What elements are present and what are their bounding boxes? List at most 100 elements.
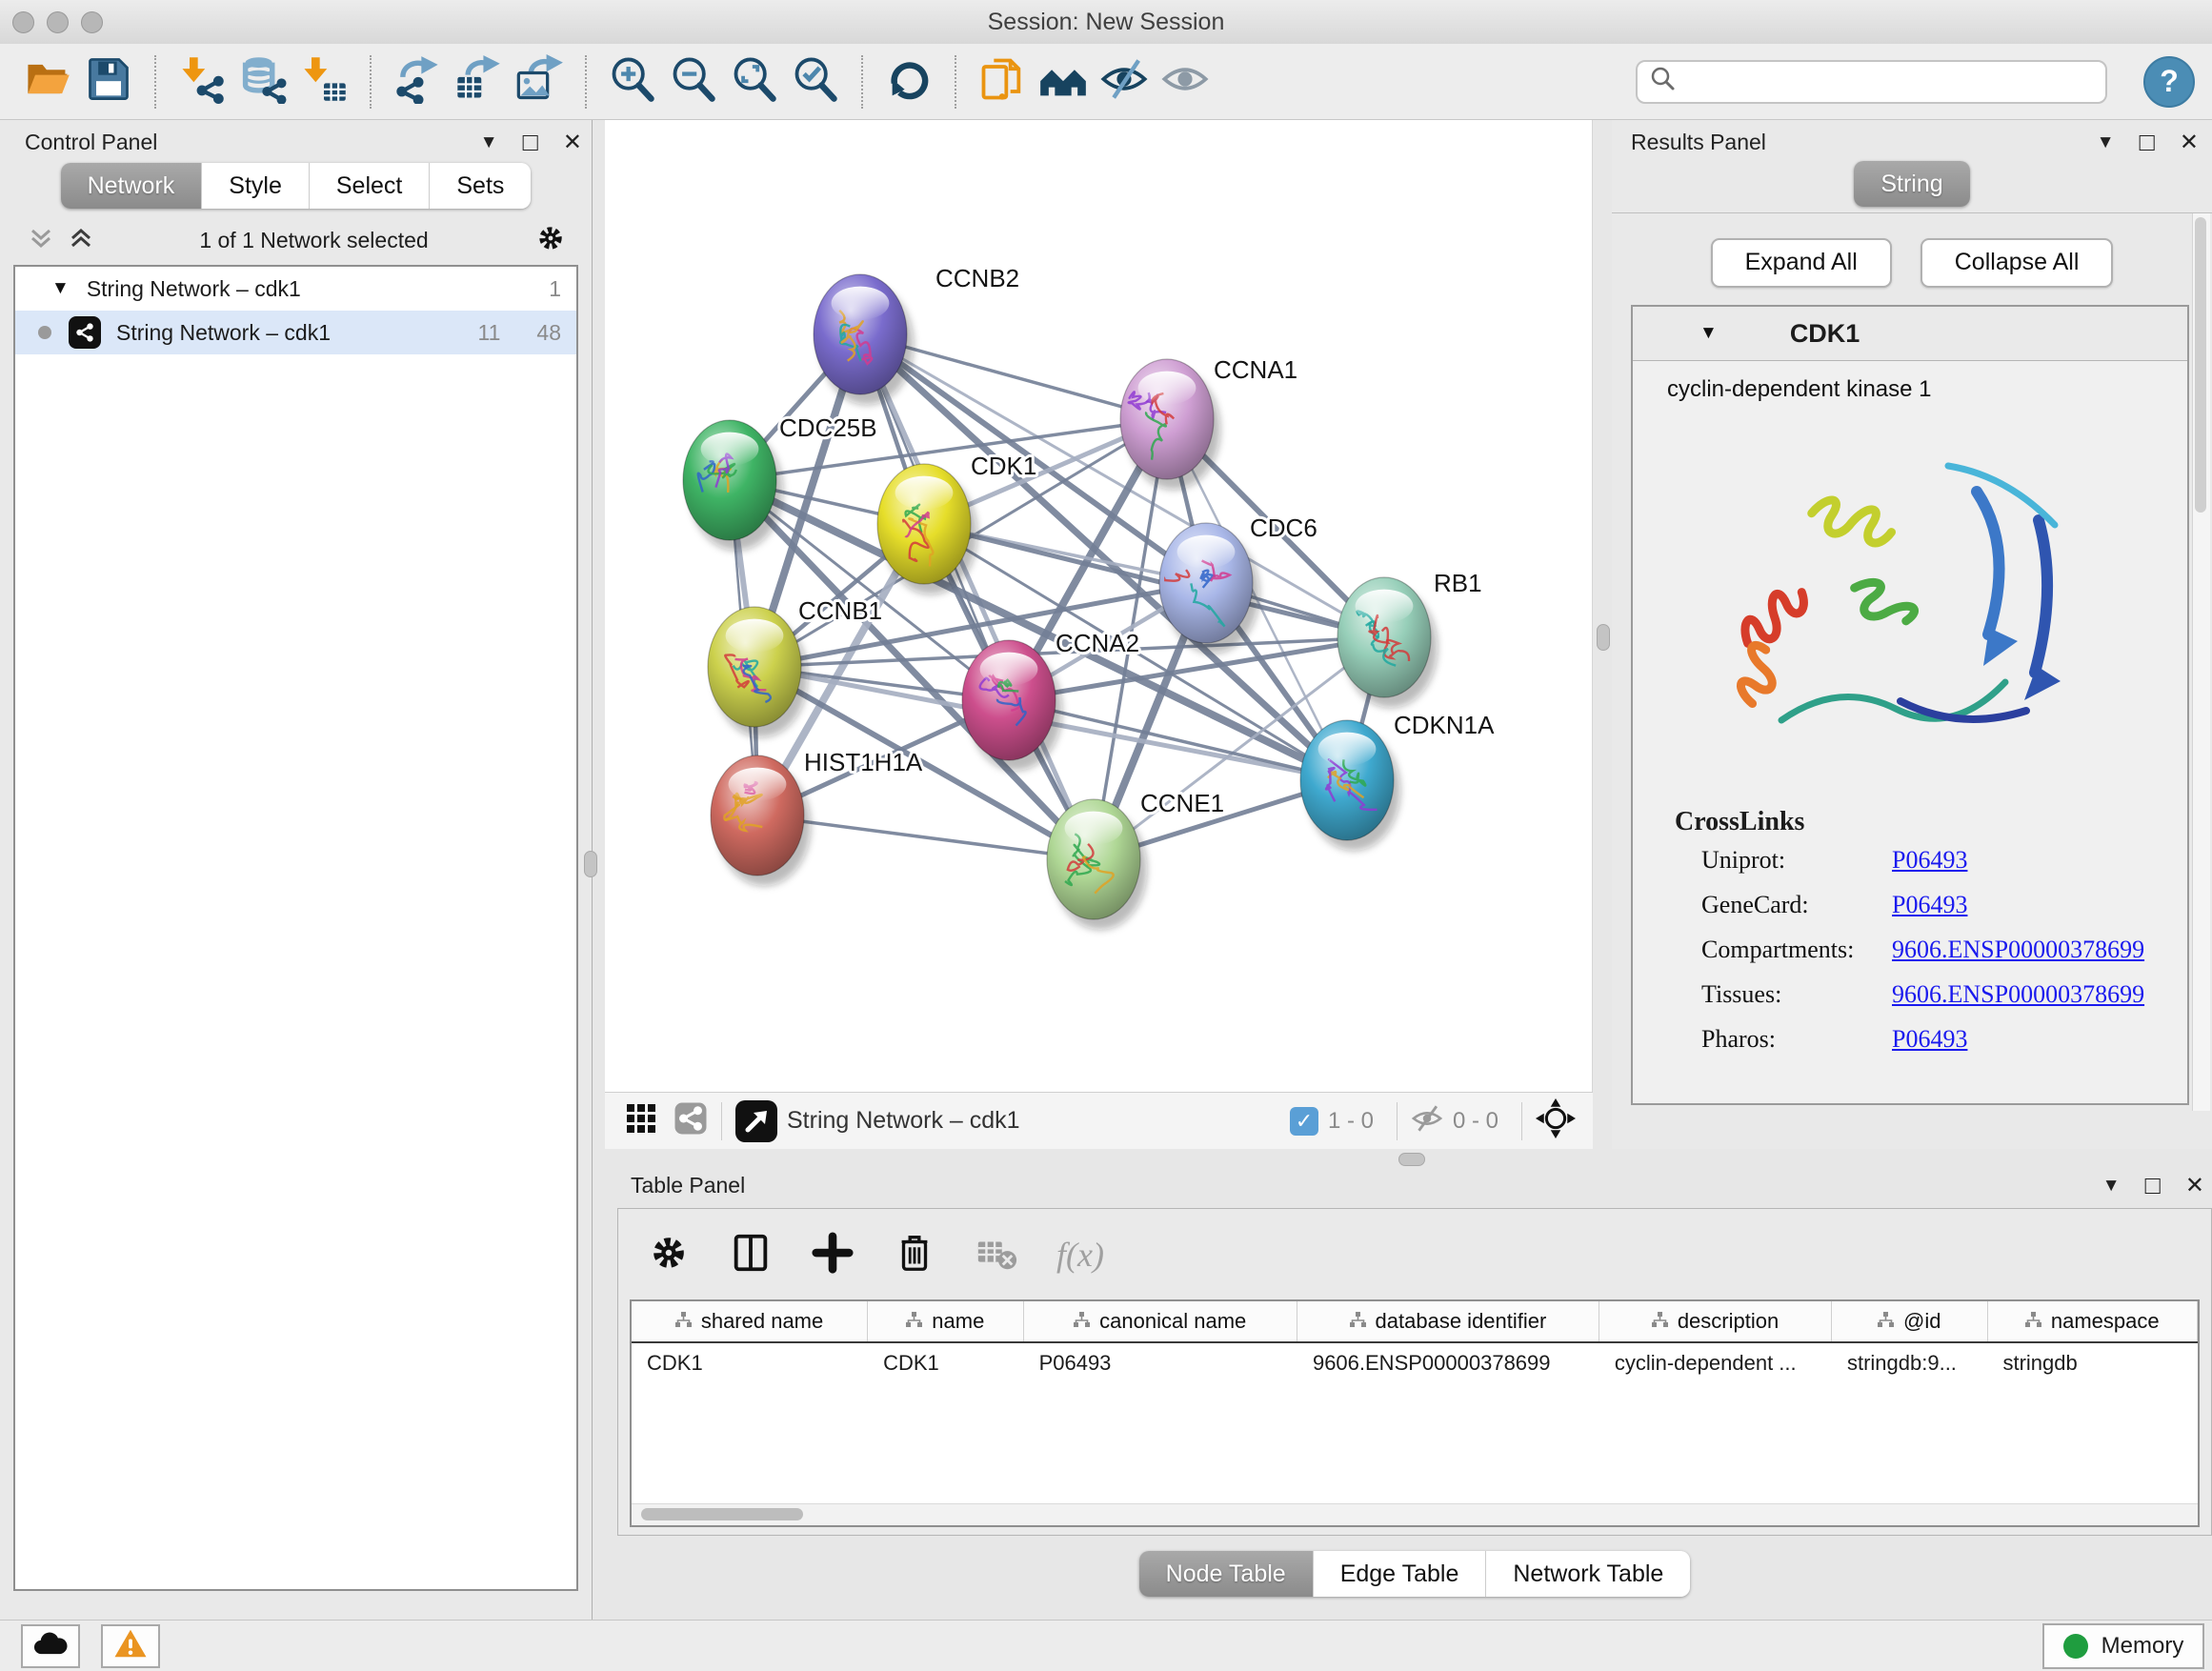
right-splitter-handle[interactable]: [1597, 624, 1610, 651]
import-table-button[interactable]: [293, 51, 354, 112]
svg-text:CCNA1: CCNA1: [1214, 355, 1297, 384]
protein-name: CDK1: [1790, 319, 1860, 349]
panel-menu-icon[interactable]: ▼: [2102, 1176, 2121, 1197]
panel-float-icon[interactable]: □: [523, 128, 538, 157]
panel-close-icon[interactable]: ✕: [2185, 1172, 2204, 1199]
panel-menu-icon[interactable]: ▼: [2097, 132, 2115, 153]
search-input[interactable]: [1678, 68, 2081, 96]
crosslink-link[interactable]: 9606.ENSP00000378699: [1892, 936, 2144, 964]
node-table[interactable]: shared name name canonical name database…: [630, 1299, 2200, 1527]
svg-text:RB1: RB1: [1434, 569, 1482, 597]
expand-all-button[interactable]: Expand All: [1711, 238, 1892, 288]
tab-string[interactable]: String: [1854, 161, 1969, 207]
network-node-RB1: [1337, 577, 1431, 697]
network-row-selected[interactable]: String Network – cdk1 11 48: [15, 311, 576, 354]
crosslink-link[interactable]: 9606.ENSP00000378699: [1892, 980, 2144, 1009]
window-title: Session: New Session: [0, 9, 2212, 36]
open-session-button[interactable]: [17, 51, 78, 112]
network-collection-row[interactable]: ▼ String Network – cdk1 1: [15, 267, 576, 311]
column-header-database-identifier[interactable]: database identifier: [1297, 1301, 1599, 1341]
panel-menu-icon[interactable]: ▼: [480, 132, 498, 153]
cloud-icon: [32, 1629, 69, 1662]
export-table-button[interactable]: [448, 51, 509, 112]
string-share-icon[interactable]: [674, 1101, 708, 1140]
column-header-@id[interactable]: @id: [1832, 1301, 1987, 1341]
delete-column-icon[interactable]: [893, 1231, 936, 1279]
hide-glass-button[interactable]: [1094, 51, 1155, 112]
column-header-namespace[interactable]: namespace: [1988, 1301, 2199, 1341]
cloud-status-button[interactable]: [21, 1624, 80, 1668]
zoom-out-button[interactable]: [663, 51, 724, 112]
crosslink-link[interactable]: P06493: [1892, 891, 1967, 919]
birdseye-grid-icon[interactable]: [626, 1103, 656, 1138]
left-splitter-handle[interactable]: [584, 851, 597, 877]
export-network-button[interactable]: [387, 51, 448, 112]
warning-status-button[interactable]: [101, 1624, 160, 1668]
control-panel-tabs: NetworkStyleSelectSets: [61, 163, 532, 209]
table-hscrollbar-thumb[interactable]: [641, 1508, 803, 1520]
selected-checkbox-icon[interactable]: ✓: [1290, 1107, 1318, 1136]
show-columns-icon[interactable]: [729, 1231, 773, 1279]
crosslink-label: Pharos:: [1701, 1025, 1892, 1054]
main-toolbar: ?: [0, 44, 2212, 120]
tab-sets[interactable]: Sets: [430, 163, 531, 209]
toolbar-separator: [861, 55, 863, 109]
search-field[interactable]: [1636, 60, 2107, 104]
column-header-canonical-name[interactable]: canonical name: [1024, 1301, 1297, 1341]
panel-float-icon[interactable]: □: [2140, 128, 2155, 157]
zoom-out-icon: [669, 54, 718, 109]
eye-icon: [1160, 54, 1210, 109]
protein-section-header[interactable]: ▼ CDK1: [1633, 307, 2187, 361]
home-networks-button[interactable]: [1033, 51, 1094, 112]
results-scrollbar[interactable]: [2192, 213, 2210, 1111]
table-row[interactable]: CDK1CDK1P064939606.ENSP00000378699cyclin…: [632, 1343, 2198, 1383]
crosslink-link[interactable]: P06493: [1892, 846, 1967, 875]
collapse-all-tree-icon[interactable]: [29, 226, 53, 255]
save-session-button[interactable]: [78, 51, 139, 112]
tree-expand-icon[interactable]: ▼: [51, 278, 70, 299]
table-header-row: shared name name canonical name database…: [632, 1301, 2198, 1343]
table-settings-gear-icon[interactable]: [647, 1231, 691, 1279]
tab-edge-table[interactable]: Edge Table: [1314, 1551, 1487, 1597]
crosshair-icon[interactable]: [1536, 1098, 1576, 1143]
network-options-gear-icon[interactable]: [534, 222, 567, 259]
crosslink-link[interactable]: P06493: [1892, 1025, 1967, 1054]
zoom-selected-button[interactable]: [785, 51, 846, 112]
tab-network-table[interactable]: Network Table: [1486, 1551, 1690, 1597]
column-header-name[interactable]: name: [868, 1301, 1023, 1341]
tab-select[interactable]: Select: [310, 163, 430, 209]
export-image-button[interactable]: [509, 51, 570, 112]
table-hscrollbar[interactable]: [632, 1503, 2198, 1525]
help-button[interactable]: ?: [2143, 56, 2195, 108]
export-image-icon: [514, 54, 564, 109]
panel-close-icon[interactable]: ✕: [2180, 129, 2199, 156]
zoom-selected-icon: [791, 54, 840, 109]
expand-all-tree-icon[interactable]: [69, 226, 93, 255]
collapse-all-button[interactable]: Collapse All: [1920, 238, 2114, 288]
open-in-window-button[interactable]: [735, 1100, 777, 1142]
network-view-canvas[interactable]: CCNB2CCNA1CDC25BCDK1CDC6RB1CCNB1CCNA2CDK…: [605, 120, 1593, 1092]
memory-button[interactable]: Memory: [2042, 1623, 2204, 1669]
bottom-splitter-handle[interactable]: [1398, 1153, 1425, 1166]
zoom-fit-button[interactable]: [724, 51, 785, 112]
show-glass-button[interactable]: [1155, 51, 1216, 112]
crosslink-label: Tissues:: [1701, 980, 1892, 1009]
tab-style[interactable]: Style: [202, 163, 310, 209]
network-node-CCNA1: [1120, 359, 1214, 479]
import-network-database-button[interactable]: [232, 51, 293, 112]
results-scrollbar-thumb[interactable]: [2195, 217, 2206, 513]
panel-float-icon[interactable]: □: [2145, 1171, 2161, 1200]
tab-network[interactable]: Network: [61, 163, 203, 209]
add-column-icon[interactable]: [811, 1231, 855, 1279]
results-panel: Results Panel ▼ □ ✕ String Expand All Co…: [1612, 120, 2212, 1149]
apply-layout-button[interactable]: [878, 51, 939, 112]
zoom-fit-icon: [730, 54, 779, 109]
copy-document-button[interactable]: [972, 51, 1033, 112]
tab-node-table[interactable]: Node Table: [1139, 1551, 1314, 1597]
column-header-shared-name[interactable]: shared name: [632, 1301, 868, 1341]
import-network-file-button[interactable]: [171, 51, 232, 112]
column-header-description[interactable]: description: [1599, 1301, 1832, 1341]
section-expand-icon[interactable]: ▼: [1699, 323, 1718, 344]
zoom-in-button[interactable]: [602, 51, 663, 112]
panel-close-icon[interactable]: ✕: [563, 129, 582, 156]
